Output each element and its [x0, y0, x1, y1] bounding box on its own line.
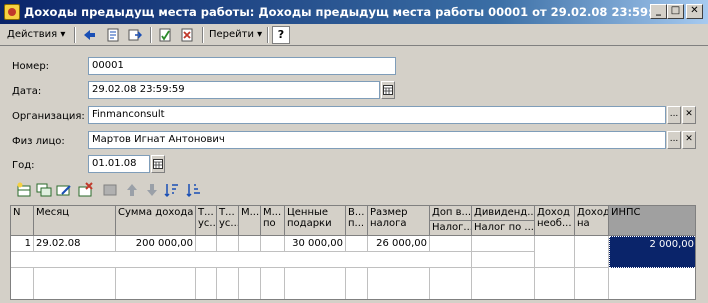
col-header-div-top[interactable]: Дивиденд... — [472, 206, 535, 221]
goto-menu[interactable]: Перейти ▾ — [206, 26, 265, 44]
sort-ascending-icon[interactable] — [164, 182, 182, 200]
title-bar: Доходы предыдущ места работы: Доходы пре… — [0, 0, 708, 24]
organization-select-button[interactable]: ... — [667, 106, 681, 124]
person-label: Физ лицо: — [12, 136, 65, 147]
delete-row-icon[interactable] — [78, 182, 96, 200]
table-cell-month[interactable]: 29.02.08 — [34, 236, 116, 252]
window-title: Доходы предыдущ места работы: Доходы пре… — [24, 5, 679, 19]
table-cell-div[interactable] — [472, 236, 535, 252]
number-field[interactable]: 00001 — [88, 57, 396, 75]
maximize-button[interactable]: □ — [667, 4, 684, 19]
table-cell-t2[interactable] — [217, 236, 239, 252]
move-down-icon[interactable] — [144, 182, 162, 200]
table-cell-m2[interactable] — [261, 236, 285, 252]
table-cell-div-tax[interactable] — [472, 252, 535, 268]
toolbar: Действия ▾ Перейти ▾ ? — [0, 24, 708, 46]
grid-line — [238, 268, 239, 299]
organization-field[interactable]: Finmanconsult — [88, 106, 666, 124]
sort-descending-icon[interactable] — [186, 182, 204, 200]
number-label: Номер: — [12, 61, 50, 72]
date-field[interactable]: 29.02.08 23:59:59 — [88, 81, 380, 99]
person-select-button[interactable]: ... — [667, 131, 681, 149]
col-header-div-bottom[interactable]: Налог по ... — [472, 221, 535, 236]
col-header-income-sum[interactable]: Сумма дохода — [116, 206, 196, 236]
document-structure-icon[interactable] — [104, 26, 122, 44]
toolbar-separator — [74, 27, 76, 43]
grid-line — [345, 268, 346, 299]
actions-menu[interactable]: Действия ▾ — [4, 26, 68, 44]
col-header-inps[interactable]: ИНПС — [609, 206, 695, 236]
table-cell-tax-size[interactable]: 26 000,00 — [368, 236, 430, 252]
post-document-icon[interactable] — [156, 26, 174, 44]
grid-line — [471, 268, 472, 299]
app-icon — [4, 4, 20, 20]
grid-line — [574, 268, 575, 299]
table-cell-inps[interactable]: 2 000,00 — [609, 236, 695, 268]
col-header-m1[interactable]: М... — [239, 206, 261, 236]
col-header-n[interactable]: N — [11, 206, 34, 236]
move-up-icon[interactable] — [124, 182, 142, 200]
grid-line — [429, 268, 430, 299]
edit-row-icon[interactable] — [56, 182, 74, 200]
col-header-tax-size[interactable]: Размер налога — [368, 206, 430, 236]
grid-line — [534, 268, 535, 299]
grid-line — [115, 268, 116, 299]
col-header-t2[interactable]: Т... ус... — [217, 206, 239, 236]
grid-line — [195, 268, 196, 299]
organization-clear-button[interactable]: ✕ — [682, 106, 696, 124]
col-header-month[interactable]: Месяц — [34, 206, 116, 236]
table-cell-income-nonbus[interactable] — [535, 236, 575, 268]
year-label: Год: — [12, 160, 35, 171]
table-cell-gifts[interactable]: 30 000,00 — [285, 236, 346, 252]
copy-row-icon[interactable] — [36, 182, 54, 200]
grid-line — [284, 268, 285, 299]
col-header-income-nonbus[interactable]: Доход необ... — [535, 206, 575, 236]
grid-line — [367, 268, 368, 299]
grid-line — [216, 268, 217, 299]
person-clear-button[interactable]: ✕ — [682, 131, 696, 149]
table-cell-t1[interactable] — [196, 236, 217, 252]
table-cell-income-sum[interactable]: 200 000,00 — [116, 236, 196, 252]
minimize-button[interactable]: _ — [650, 4, 667, 19]
refresh-icon[interactable] — [126, 26, 144, 44]
back-arrow-icon[interactable] — [80, 26, 98, 44]
grid-line — [608, 268, 609, 299]
toolbar-separator — [150, 27, 152, 43]
person-field[interactable]: Мартов Игнат Антонович — [88, 131, 666, 149]
close-button[interactable]: ✕ — [686, 4, 703, 19]
table-cell-v[interactable] — [346, 236, 368, 252]
col-header-income-on[interactable]: Доход на — [575, 206, 609, 236]
table-cell-n[interactable]: 1 — [11, 236, 34, 252]
add-row-icon[interactable] — [16, 182, 34, 200]
income-table[interactable]: N Месяц Сумма дохода Т... ус... Т... ус.… — [10, 205, 696, 300]
unpost-document-icon[interactable] — [178, 26, 196, 44]
col-header-v[interactable]: В... п... — [346, 206, 368, 236]
table-cell-m1[interactable] — [239, 236, 261, 252]
end-edit-icon[interactable] — [102, 182, 120, 200]
toolbar-separator — [202, 27, 204, 43]
col-header-t1[interactable]: Т... ус... — [196, 206, 217, 236]
organization-label: Организация: — [12, 111, 85, 122]
col-header-dop-top[interactable]: Доп в... — [430, 206, 472, 221]
year-field[interactable]: 01.01.08 — [88, 155, 150, 173]
grid-line — [260, 268, 261, 299]
col-header-m2[interactable]: М... по — [261, 206, 285, 236]
grid-line — [33, 268, 34, 299]
col-header-dop-bottom[interactable]: Налог... — [430, 221, 472, 236]
table-cell-dop[interactable] — [430, 236, 472, 252]
col-header-gifts[interactable]: Ценные подарки — [285, 206, 346, 236]
table-cell-income-on[interactable] — [575, 236, 609, 268]
date-label: Дата: — [12, 86, 42, 97]
toolbar-separator — [267, 27, 269, 43]
table-cell-dop-tax[interactable] — [430, 252, 472, 268]
calendar-icon[interactable] — [381, 81, 395, 99]
year-calendar-icon[interactable] — [151, 155, 165, 173]
table-row-second-line[interactable] — [11, 252, 430, 268]
help-icon[interactable]: ? — [272, 26, 290, 44]
